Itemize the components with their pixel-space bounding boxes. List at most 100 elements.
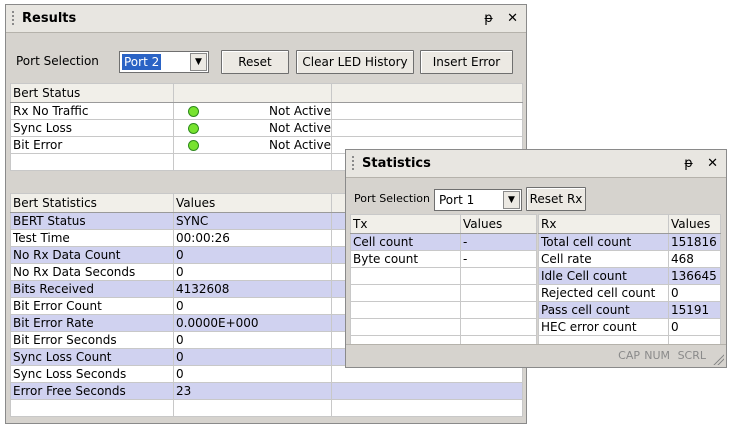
empty-cell — [331, 119, 523, 137]
empty-cell — [331, 365, 523, 383]
empty-cell — [350, 284, 461, 302]
table-header-row: Bert Status — [10, 83, 523, 103]
row-value: 4132608 — [173, 280, 332, 298]
empty-row — [350, 318, 537, 336]
row-value: 0 — [668, 318, 721, 336]
row-value: 0 — [173, 365, 332, 383]
tx-header: Tx — [350, 214, 461, 234]
status-value: Not Active — [269, 137, 331, 152]
values-header: Values — [668, 214, 721, 234]
table-row: Pass cell count 15191 — [538, 301, 721, 319]
status-led-icon — [188, 139, 199, 151]
row-value: 0 — [173, 331, 332, 349]
empty-cell — [350, 318, 461, 336]
insert-error-button[interactable]: Insert Error — [420, 50, 513, 74]
drag-grip-icon[interactable] — [352, 156, 354, 172]
port-selection-dropdown[interactable]: Port 2 ▼ — [119, 51, 209, 73]
row-name: BERT Status — [10, 212, 174, 230]
rx-table: Rx Values Total cell count 151816 Cell rat… — [538, 214, 721, 353]
values-header: Values — [460, 214, 537, 234]
rx-header: Rx — [538, 214, 669, 234]
row-value: - — [460, 250, 537, 268]
empty-row — [350, 301, 537, 319]
row-value: - — [460, 233, 537, 251]
table-row: HEC error count 0 — [538, 318, 721, 336]
port-selection-label: Port Selection — [354, 192, 430, 205]
table-row: Byte count - — [350, 250, 537, 268]
empty-cell — [460, 284, 537, 302]
row-name: Sync Loss Seconds — [10, 365, 174, 383]
status-name: Rx No Traffic — [10, 102, 174, 120]
row-value: 23 — [173, 382, 332, 400]
table-row: Sync Loss Seconds 0 — [10, 365, 523, 383]
row-name: Sync Loss Count — [10, 348, 174, 366]
row-name: Bits Received — [10, 280, 174, 298]
row-value: 0 — [668, 284, 721, 302]
close-icon[interactable]: ✕ — [507, 11, 518, 26]
values-header: Values — [173, 193, 332, 213]
row-value: 0.0000E+000 — [173, 314, 332, 332]
row-name: No Rx Data Count — [10, 246, 174, 264]
row-name: Error Free Seconds — [10, 382, 174, 400]
statistics-panel: Statistics ᵽ ✕ Port Selection Port 1 ▼ R… — [345, 149, 727, 368]
row-value: 0 — [173, 348, 332, 366]
drag-grip-icon[interactable] — [12, 11, 14, 27]
row-name: Idle Cell count — [538, 267, 669, 285]
resize-grip-icon[interactable] — [712, 353, 724, 365]
close-icon[interactable]: ✕ — [707, 156, 718, 171]
bert-status-header: Bert Status — [10, 83, 174, 103]
table-row: Total cell count 151816 — [538, 233, 721, 251]
results-title: Results — [22, 11, 77, 26]
status-name: Bit Error — [10, 136, 174, 154]
row-name: Byte count — [350, 250, 461, 268]
row-name: Bit Error Rate — [10, 314, 174, 332]
statistics-titlebar[interactable]: Statistics ᵽ ✕ — [346, 150, 726, 178]
row-value: 136645 — [668, 267, 721, 285]
empty-cell — [350, 267, 461, 285]
empty-row — [10, 399, 523, 417]
row-name: Bit Error Count — [10, 297, 174, 315]
table-row: Error Free Seconds 23 — [10, 382, 523, 400]
empty-cell — [331, 399, 523, 417]
reset-button[interactable]: Reset — [221, 50, 289, 74]
port-selection-label: Port Selection — [16, 54, 99, 68]
empty-cell — [460, 301, 537, 319]
row-name: Rejected cell count — [538, 284, 669, 302]
row-name: No Rx Data Seconds — [10, 263, 174, 281]
empty-cell — [10, 399, 174, 417]
pin-icon[interactable]: ᵽ — [684, 156, 693, 171]
empty-cell — [350, 301, 461, 319]
bert-statistics-header: Bert Statistics — [10, 193, 174, 213]
table-header-row: Tx Values — [350, 214, 537, 234]
scrl-indicator: SCRL — [677, 349, 706, 362]
status-bar: CAP NUM SCRL — [346, 344, 726, 367]
row-value: 151816 — [668, 233, 721, 251]
status-led-icon — [188, 122, 199, 134]
row-name: HEC error count — [538, 318, 669, 336]
row-value: 0 — [173, 263, 332, 281]
tx-table: Tx Values Cell count - Byte count - — [350, 214, 537, 353]
chevron-down-icon[interactable]: ▼ — [190, 53, 207, 71]
row-name: Cell count — [350, 233, 461, 251]
cap-indicator: CAP — [618, 349, 640, 362]
header-cell — [173, 83, 332, 103]
chevron-down-icon[interactable]: ▼ — [503, 191, 520, 209]
row-value: 00:00:26 — [173, 229, 332, 247]
pin-icon[interactable]: ᵽ — [484, 11, 493, 26]
row-value: 468 — [668, 250, 721, 268]
table-row: Rx No Traffic Not Active — [10, 102, 523, 120]
table-row: Cell count - — [350, 233, 537, 251]
status-name: Sync Loss — [10, 119, 174, 137]
row-name: Cell rate — [538, 250, 669, 268]
status-led-icon — [188, 105, 199, 117]
table-row: Idle Cell count 136645 — [538, 267, 721, 285]
empty-cell — [460, 318, 537, 336]
header-cell — [331, 83, 523, 103]
port-selection-dropdown[interactable]: Port 1 ▼ — [434, 189, 522, 211]
empty-row — [350, 284, 537, 302]
reset-rx-button[interactable]: Reset Rx — [526, 187, 586, 211]
results-titlebar[interactable]: Results ᵽ ✕ — [6, 5, 526, 33]
row-value: SYNC — [173, 212, 332, 230]
empty-row — [350, 267, 537, 285]
clear-led-history-button[interactable]: Clear LED History — [296, 50, 414, 74]
